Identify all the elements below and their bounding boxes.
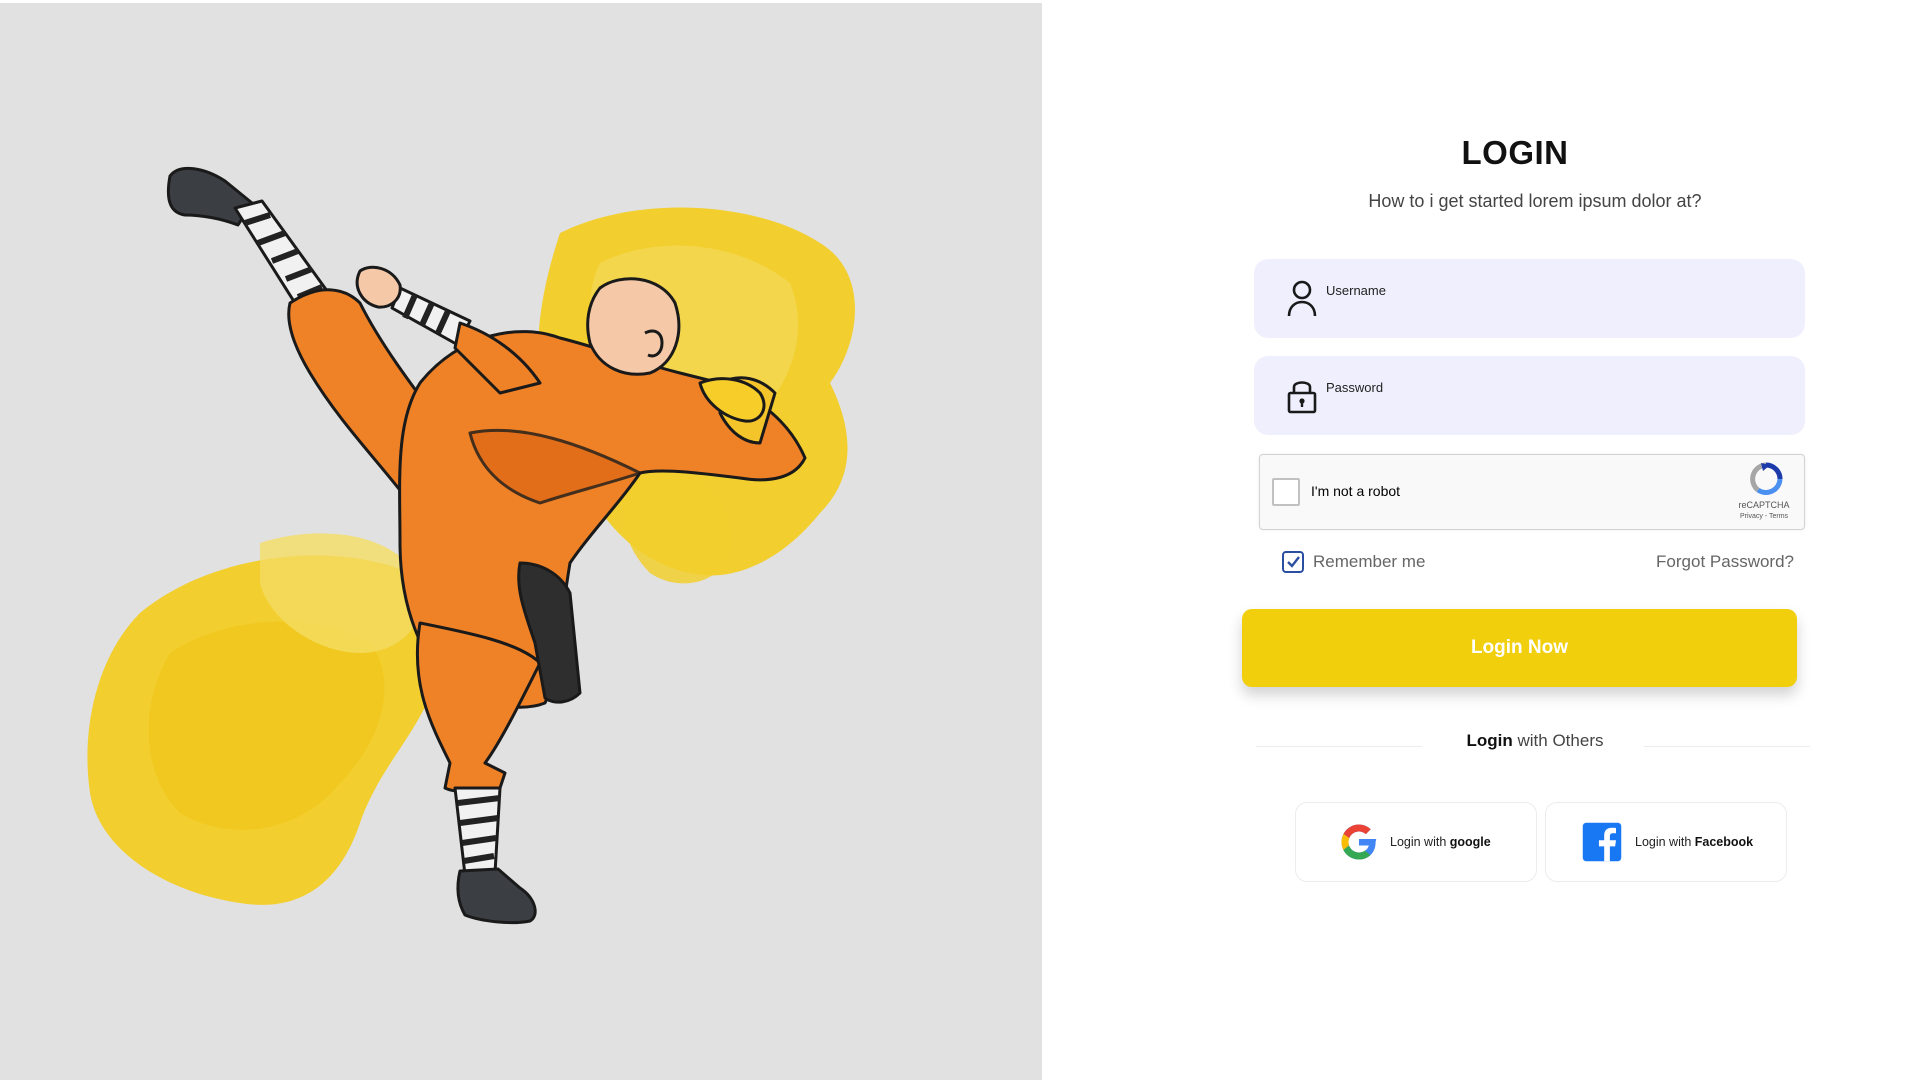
user-icon (1287, 280, 1317, 317)
kung-fu-monk-illustration (87, 166, 855, 925)
facebook-label-brand: Facebook (1694, 835, 1754, 849)
illustration-panel (0, 3, 1042, 1080)
login-with-google-button[interactable]: Login with google (1295, 802, 1537, 882)
remember-me-label: Remember me (1313, 552, 1426, 571)
facebook-icon (1582, 822, 1622, 862)
google-label-prefix: Login with (1390, 835, 1450, 849)
login-with-others-heading: Login with Others (1420, 731, 1650, 751)
remember-me-checkbox[interactable] (1282, 551, 1304, 573)
login-with-facebook-button[interactable]: Login with Facebook (1545, 802, 1787, 882)
page-subtitle: How to i get started lorem ipsum dolor a… (1368, 191, 1702, 211)
password-input[interactable] (1326, 374, 1776, 400)
checkmark-icon (1287, 556, 1300, 568)
recaptcha-widget: I'm not a robot reCAPTCHA Privacy - Term… (1259, 454, 1805, 530)
login-page: LOGIN How to i get started lorem ipsum d… (0, 0, 1920, 1080)
recaptcha-terms-link[interactable]: Privacy - Terms (1724, 513, 1804, 520)
username-field[interactable] (1254, 259, 1805, 338)
login-now-button[interactable]: Login Now (1242, 609, 1797, 687)
username-input[interactable] (1326, 277, 1776, 303)
recaptcha-brand: reCAPTCHA (1738, 500, 1790, 510)
google-button-label: Login with google (1390, 835, 1491, 849)
page-title: LOGIN (1461, 134, 1569, 171)
google-label-brand: google (1449, 835, 1491, 849)
recaptcha-icon (1750, 462, 1783, 496)
recaptcha-checkbox[interactable] (1272, 478, 1300, 506)
password-field[interactable] (1254, 356, 1805, 435)
google-icon (1341, 824, 1377, 860)
divider-right (1644, 746, 1810, 747)
login-with-others-rest: with Others (1512, 731, 1604, 750)
login-with-others-bold: Login (1466, 731, 1513, 750)
facebook-label-prefix: Login with (1635, 835, 1695, 849)
lock-icon (1287, 381, 1317, 414)
facebook-button-label: Login with Facebook (1635, 835, 1753, 849)
forgot-password-link[interactable]: Forgot Password? (1656, 552, 1794, 572)
recaptcha-label: I'm not a robot (1311, 483, 1401, 499)
remember-me[interactable]: Remember me (1282, 550, 1425, 574)
divider-left (1256, 746, 1422, 747)
